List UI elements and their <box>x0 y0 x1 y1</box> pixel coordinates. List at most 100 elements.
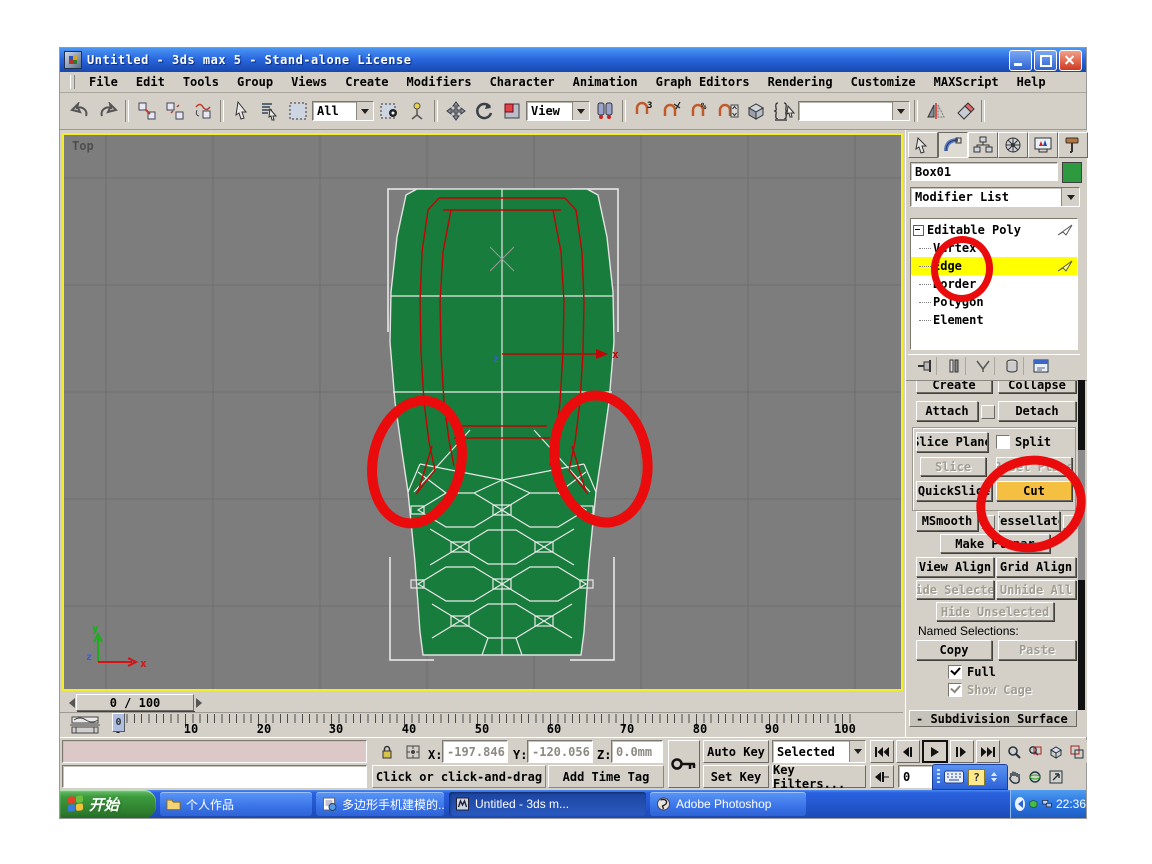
start-button[interactable]: 开始 <box>60 790 156 818</box>
make-unique-icon[interactable] <box>972 357 995 375</box>
collapse-button[interactable]: Collapse <box>998 380 1076 393</box>
select-and-link-icon[interactable] <box>133 98 160 125</box>
menu-tools[interactable]: Tools <box>175 74 227 90</box>
absolute-offset-mode-icon[interactable] <box>402 740 424 763</box>
selection-region-icon[interactable] <box>284 98 311 125</box>
x-coordinate-field[interactable]: -197.846 <box>442 740 508 763</box>
panel-scrollbar-thumb[interactable] <box>1078 450 1085 580</box>
taskbar-item-3dsmax[interactable]: Untitled - 3ds m... <box>449 792 646 816</box>
zoom-icon[interactable] <box>1004 740 1024 763</box>
view-align-button[interactable]: View Align <box>916 557 994 577</box>
grid-align-button[interactable]: Grid Align <box>996 557 1076 577</box>
unhide-all-button[interactable]: Unhide All <box>996 580 1076 599</box>
menu-rendering[interactable]: Rendering <box>760 74 841 90</box>
subdivision-surface-rollout-header[interactable]: - Subdivision Surface <box>909 710 1077 727</box>
show-end-result-icon[interactable] <box>943 357 966 375</box>
unlink-selection-icon[interactable] <box>161 98 188 125</box>
menu-customize[interactable]: Customize <box>843 74 924 90</box>
active-result-icon[interactable] <box>1057 224 1073 236</box>
previous-frame-icon[interactable] <box>896 740 920 763</box>
tessellate-options-button[interactable] <box>1063 515 1077 529</box>
reset-plane-button[interactable]: Reset Plane <box>996 457 1072 476</box>
collapse-minus-icon[interactable] <box>913 225 924 236</box>
make-planar-button[interactable]: Make Planar <box>940 534 1050 553</box>
selection-lock-icon[interactable] <box>376 740 398 763</box>
taskbar-item-folder[interactable]: 个人作品 <box>160 792 312 816</box>
copy-button[interactable]: Copy <box>916 640 992 660</box>
window-crossing-icon[interactable] <box>375 98 402 125</box>
menu-group[interactable]: Group <box>229 74 281 90</box>
play-animation-icon[interactable] <box>922 740 948 763</box>
msmooth-button[interactable]: MSmooth <box>916 511 978 531</box>
quickslice-button[interactable]: QuickSlice <box>916 481 992 501</box>
stack-item-border[interactable]: Border <box>911 275 1077 293</box>
menu-character[interactable]: Character <box>482 74 563 90</box>
prev-frame-arrow[interactable] <box>62 694 76 711</box>
menu-maxscript[interactable]: MAXScript <box>926 74 1007 90</box>
attach-button[interactable]: Attach <box>916 401 978 421</box>
configure-modifier-sets-icon[interactable] <box>1030 357 1052 375</box>
angle-snap-icon[interactable] <box>658 98 685 125</box>
next-frame-arrow[interactable] <box>194 694 208 711</box>
stack-item-polygon[interactable]: Polygon <box>911 293 1077 311</box>
select-object-icon[interactable] <box>228 98 255 125</box>
zoom-all-icon[interactable] <box>1025 740 1045 763</box>
min-max-toggle-icon[interactable] <box>1046 765 1066 788</box>
detach-button[interactable]: Detach <box>998 401 1076 421</box>
hide-unselected-button[interactable]: Hide Unselected <box>936 602 1054 621</box>
use-center-icon[interactable] <box>591 98 618 125</box>
maxscript-mini-listener-pink[interactable] <box>62 740 367 763</box>
menu-views[interactable]: Views <box>283 74 335 90</box>
select-and-rotate-icon[interactable] <box>470 98 497 125</box>
go-to-start-icon[interactable] <box>870 740 894 763</box>
tab-hierarchy[interactable] <box>968 132 998 158</box>
split-checkbox[interactable] <box>996 435 1010 449</box>
tray-antivirus-icon[interactable] <box>1029 798 1038 810</box>
menu-edit[interactable]: Edit <box>128 74 173 90</box>
arc-rotate-icon[interactable] <box>1025 765 1045 788</box>
close-button[interactable] <box>1059 50 1082 71</box>
reference-coordinate-dropdown[interactable]: View <box>526 101 590 121</box>
language-bar-options-icon[interactable] <box>991 769 997 785</box>
edit-named-selections-icon[interactable] <box>742 98 769 125</box>
slice-plane-button[interactable]: Slice Plane <box>916 432 988 452</box>
show-cage-checkbox[interactable] <box>948 683 962 697</box>
tab-display[interactable] <box>1028 132 1058 158</box>
selection-filter-dropdown[interactable]: All <box>312 101 374 121</box>
help-icon[interactable]: ? <box>968 769 985 786</box>
menu-modifiers[interactable]: Modifiers <box>399 74 480 90</box>
menu-help[interactable]: Help <box>1009 74 1054 90</box>
attach-options-button[interactable] <box>981 405 995 419</box>
named-selection-sets-icon[interactable] <box>770 98 797 125</box>
stack-item-vertex[interactable]: Vertex <box>911 239 1077 257</box>
undo-icon[interactable] <box>66 98 93 125</box>
menu-file[interactable]: File <box>81 74 126 90</box>
y-coordinate-field[interactable]: -120.056 <box>527 740 593 763</box>
zoom-extents-all-icon[interactable] <box>1067 740 1087 763</box>
align-icon[interactable] <box>950 98 977 125</box>
auto-key-button[interactable]: Auto Key <box>703 740 769 763</box>
viewport-top[interactable]: x z y x z Top <box>62 133 903 691</box>
percent-snap-icon[interactable]: % <box>686 98 713 125</box>
stack-item-editable-poly[interactable]: Editable Poly <box>911 221 1077 239</box>
track-bar-frame-handle[interactable]: 0 <box>112 713 125 732</box>
set-key-big-button[interactable] <box>668 740 700 788</box>
hide-selected-button[interactable]: Hide Selected <box>916 580 994 599</box>
go-to-end-icon[interactable] <box>976 740 1000 763</box>
menu-animation[interactable]: Animation <box>565 74 646 90</box>
select-by-name-icon[interactable] <box>256 98 283 125</box>
tray-network-icon[interactable] <box>1042 798 1052 810</box>
menu-graph-editors[interactable]: Graph Editors <box>648 74 758 90</box>
set-key-button[interactable]: Set Key <box>703 765 769 788</box>
zoom-extents-icon[interactable] <box>1046 740 1066 763</box>
z-coordinate-field[interactable]: 0.0mm <box>611 740 663 763</box>
tab-modify[interactable] <box>938 132 968 158</box>
select-and-scale-icon[interactable] <box>498 98 525 125</box>
stack-item-element[interactable]: Element <box>911 311 1077 329</box>
paste-button[interactable]: Paste <box>998 640 1076 660</box>
maxscript-mini-listener-white[interactable] <box>62 765 367 788</box>
key-filters-button[interactable]: Key Filters... <box>772 765 866 788</box>
named-sets-dropdown[interactable] <box>798 101 910 121</box>
mini-curve-editor-icon[interactable] <box>68 715 102 735</box>
select-and-move-icon[interactable] <box>442 98 469 125</box>
